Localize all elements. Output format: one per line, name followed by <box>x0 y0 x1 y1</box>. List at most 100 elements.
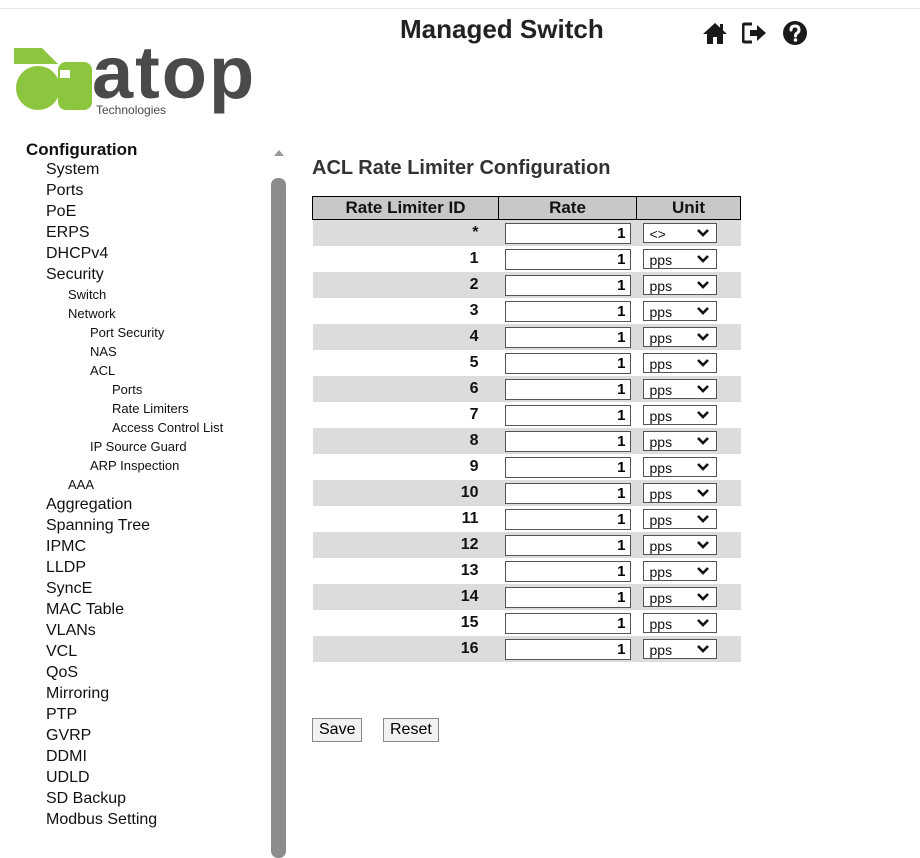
sidebar-item[interactable]: MAC Table <box>46 601 124 619</box>
unit-select[interactable]: pps <box>642 483 717 503</box>
sidebar-nav: Configuration System Ports PoE ERPS DHCPv4 Sec… <box>26 140 270 843</box>
table-row: 16 pps <box>312 636 741 662</box>
unit-select[interactable]: pps <box>642 327 717 347</box>
sidebar-item[interactable]: ARP Inspection <box>90 458 179 473</box>
rate-input[interactable] <box>504 378 631 400</box>
unit-select[interactable]: pps <box>642 405 717 425</box>
unit-select[interactable]: pps <box>642 249 717 269</box>
unit-select[interactable]: pps <box>642 639 717 659</box>
sidebar-item[interactable]: VCL <box>46 643 77 661</box>
sidebar-item[interactable]: Modbus Setting <box>46 811 157 829</box>
unit-select[interactable]: pps <box>642 535 717 555</box>
rate-limiter-id: 15 <box>460 614 479 631</box>
rate-input[interactable] <box>504 222 631 244</box>
sidebar-item[interactable]: SD Backup <box>46 790 126 808</box>
sidebar-item[interactable]: SyncE <box>46 580 92 598</box>
sidebar-item[interactable]: PTP <box>46 706 77 724</box>
reset-button[interactable]: Reset <box>383 718 439 742</box>
sidebar-item[interactable]: UDLD <box>46 769 90 787</box>
sidebar-item[interactable]: Port Security <box>90 325 164 340</box>
scroll-up-arrow-icon[interactable] <box>274 150 284 156</box>
rate-cell <box>499 558 637 584</box>
unit-select[interactable]: pps <box>642 301 717 321</box>
sidebar-item[interactable]: DHCPv4 <box>46 245 108 263</box>
chevron-down-icon <box>696 589 710 609</box>
save-button[interactable]: Save <box>312 718 363 742</box>
chevron-down-icon <box>696 615 710 635</box>
unit-select[interactable]: pps <box>642 353 717 373</box>
sidebar-item[interactable]: PoE <box>46 203 76 221</box>
sidebar-item[interactable]: Mirroring <box>46 685 109 703</box>
sidebar-item[interactable]: GVRP <box>46 727 91 745</box>
rate-input[interactable] <box>504 274 631 296</box>
unit-select[interactable]: pps <box>642 431 717 451</box>
rate-input[interactable] <box>504 248 631 270</box>
unit-select[interactable]: pps <box>642 457 717 479</box>
unit-select[interactable]: pps <box>642 275 717 295</box>
unit-select[interactable]: pps <box>642 587 717 609</box>
sidebar-item[interactable]: Switch <box>68 287 106 302</box>
table-row: 15 pps <box>313 610 741 636</box>
help-icon[interactable] <box>782 20 808 46</box>
sidebar-item[interactable]: Network <box>68 306 116 321</box>
rate-cell <box>499 506 637 532</box>
sidebar-item[interactable]: System <box>46 161 99 179</box>
unit-cell: pps <box>636 636 741 662</box>
unit-cell: pps <box>637 350 741 376</box>
rate-limiter-id: * <box>312 219 499 246</box>
rate-limiter-id: 5 <box>469 354 479 371</box>
sidebar-item[interactable]: NAS <box>90 344 117 359</box>
rate-input[interactable] <box>504 560 631 582</box>
chevron-down-icon <box>696 459 710 479</box>
sidebar-item[interactable]: Access Control List <box>112 420 223 435</box>
sidebar-item[interactable]: IP Source Guard <box>90 439 187 454</box>
unit-select[interactable]: <> <box>642 223 717 243</box>
sidebar-item[interactable]: Aggregation <box>46 496 132 514</box>
sidebar-item[interactable]: ACL <box>90 363 115 378</box>
rate-input[interactable] <box>504 404 631 426</box>
unit-select[interactable]: pps <box>642 509 717 529</box>
rate-input[interactable] <box>504 586 631 608</box>
sidebar-item[interactable]: Spanning Tree <box>46 517 150 535</box>
logout-icon[interactable] <box>742 20 768 46</box>
sidebar-item[interactable]: AAA <box>68 477 94 492</box>
rate-input[interactable] <box>504 612 631 634</box>
rate-input[interactable] <box>504 430 631 452</box>
rate-input[interactable] <box>504 508 631 530</box>
sidebar-item[interactable]: Rate Limiters <box>112 401 189 416</box>
sidebar-item[interactable]: ERPS <box>46 224 90 242</box>
rate-limiter-id: 4 <box>312 324 499 350</box>
sidebar-item[interactable]: LLDP <box>46 559 86 577</box>
rate-input[interactable] <box>504 638 631 660</box>
rate-cell <box>498 532 637 558</box>
sidebar-item[interactable]: Configuration <box>26 140 137 160</box>
rate-input[interactable] <box>504 326 631 348</box>
sidebar-scrollbar[interactable] <box>268 140 288 858</box>
rate-input[interactable] <box>504 456 631 478</box>
unit-select-value: pps <box>649 538 673 554</box>
unit-select[interactable]: pps <box>642 379 717 399</box>
unit-select-value: pps <box>649 304 673 320</box>
sidebar-item[interactable]: Ports <box>112 382 142 397</box>
rate-input[interactable] <box>504 300 631 322</box>
sidebar-item[interactable]: Ports <box>46 182 83 200</box>
unit-cell: pps <box>637 402 741 428</box>
unit-select[interactable]: pps <box>642 561 717 581</box>
rate-input[interactable] <box>504 482 631 504</box>
sidebar-item[interactable]: IPMC <box>46 538 86 556</box>
scroll-thumb[interactable] <box>271 178 286 858</box>
sidebar-item[interactable]: QoS <box>46 664 78 682</box>
page-title: ACL Rate Limiter Configuration <box>312 157 611 179</box>
rate-limiter-id: 2 <box>312 272 499 298</box>
sidebar-item[interactable]: DDMI <box>46 748 87 766</box>
rate-input[interactable] <box>504 534 631 556</box>
rate-cell <box>499 350 637 376</box>
unit-cell: pps <box>636 324 741 350</box>
rate-limiter-table: Rate Limiter ID Rate Unit * <> 1 pps 2 pps 3 pp… <box>312 196 741 662</box>
rate-input[interactable] <box>504 352 631 374</box>
sidebar-item[interactable]: VLANs <box>46 622 96 640</box>
unit-select-value: pps <box>649 590 673 606</box>
unit-select[interactable]: pps <box>642 613 717 635</box>
home-icon[interactable] <box>702 20 728 46</box>
sidebar-item[interactable]: Security <box>46 266 104 284</box>
